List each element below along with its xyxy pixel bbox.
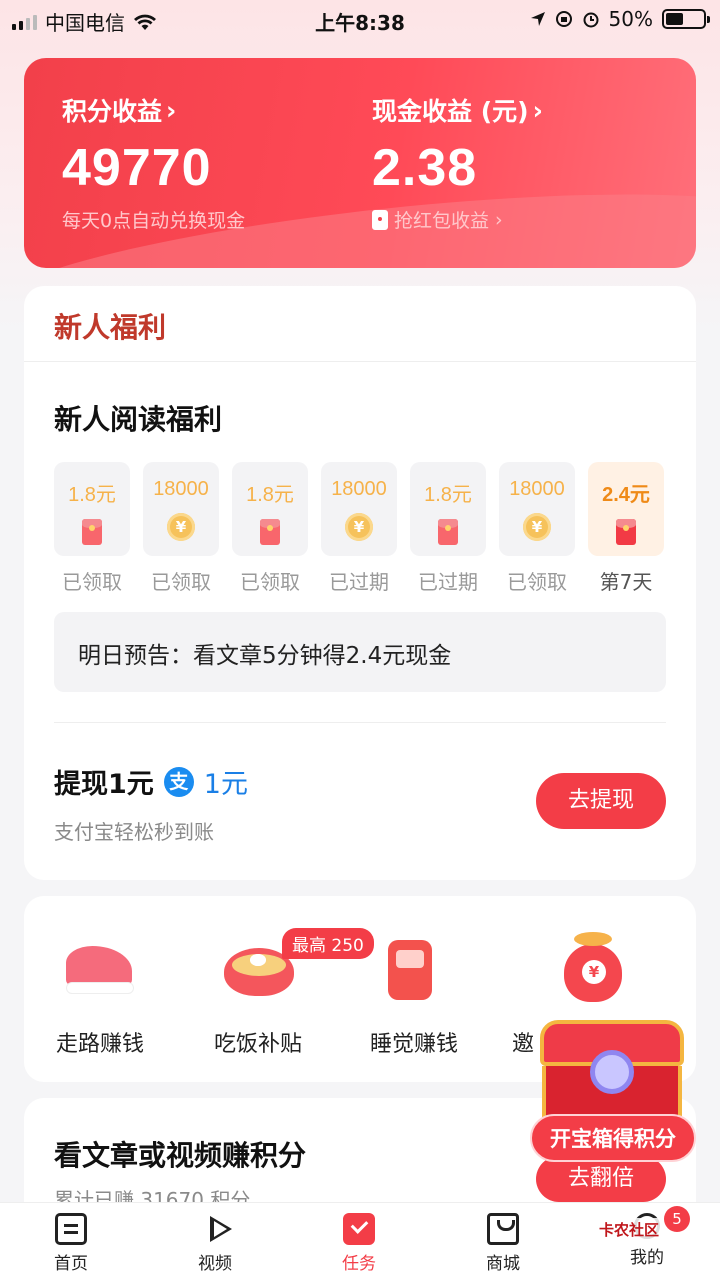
divider	[54, 722, 666, 723]
tab-tasks[interactable]: 任务	[314, 1213, 404, 1274]
battery-icon	[662, 9, 710, 29]
notification-badge: 5	[664, 1206, 690, 1232]
play-icon	[208, 1213, 234, 1245]
red-packet-icon	[438, 519, 458, 545]
open-chest-button[interactable]: 开宝箱得积分	[530, 1114, 696, 1162]
status-bar: 中国电信 上午8:38 50%	[0, 0, 720, 38]
home-icon	[55, 1213, 87, 1245]
cash-earnings[interactable]: 现金收益 (元) › 2.38 抢红包收益 ›	[372, 92, 543, 233]
grab-red-packet-link[interactable]: 抢红包收益 ›	[372, 206, 543, 233]
red-packet-icon	[372, 209, 388, 230]
red-packet-icon	[260, 519, 280, 545]
rotation-lock-icon	[555, 11, 572, 27]
points-note: 每天0点自动兑换现金	[62, 210, 246, 232]
red-packet-icon	[616, 519, 636, 545]
double-button[interactable]: 去翻倍	[536, 1156, 666, 1202]
withdraw-note: 支付宝轻松秒到账	[54, 820, 214, 844]
coin-icon: ¥	[345, 513, 373, 541]
battery-percent: 50%	[608, 7, 653, 31]
points-title: 积分收益	[62, 97, 163, 126]
tab-bar: 首页 视频 任务 商城 我的	[0, 1202, 720, 1280]
chevron-right-icon: ›	[166, 95, 177, 125]
day-reward[interactable]: 1.8元 已领取	[232, 462, 308, 595]
day-reward[interactable]: 18000 ¥ 已过期	[321, 462, 397, 595]
withdraw-button[interactable]: 去提现	[536, 773, 666, 829]
cash-note: 抢红包收益	[394, 210, 490, 232]
withdraw-title: 提现1元 支 1元	[54, 762, 248, 801]
watermark-logo: 卡农社区	[596, 1218, 663, 1241]
tab-shop[interactable]: 商城	[458, 1213, 548, 1274]
points-value: 49770	[62, 139, 212, 197]
day-reward[interactable]: 18000 ¥ 已领取	[143, 462, 219, 595]
tab-home[interactable]: 首页	[26, 1213, 116, 1274]
sneaker-icon	[66, 946, 134, 994]
tab-video[interactable]: 视频	[170, 1213, 260, 1274]
earn-points-title: 看文章或视频赚积分	[54, 1139, 307, 1172]
alarm-clock-icon	[388, 940, 432, 1000]
day-reward[interactable]: 18000 ¥ 已领取	[499, 462, 575, 595]
location-icon	[530, 12, 545, 26]
newcomer-card: 新人福利 新人阅读福利 1.8元 已领取 18000 ¥ 已领取 1.8元 已领取 18…	[24, 286, 696, 880]
points-earnings[interactable]: 积分收益 › 49770 每天0点自动兑换现金	[62, 92, 245, 233]
earnings-card: 积分收益 › 49770 每天0点自动兑换现金 现金收益 (元) › 2.38 抢红…	[24, 58, 696, 268]
chevron-right-icon: ›	[532, 95, 543, 125]
coin-icon: ¥	[523, 513, 551, 541]
reading-bonus-title: 新人阅读福利	[54, 403, 223, 436]
money-bag-icon	[564, 932, 622, 1002]
alipay-icon: 支	[163, 766, 194, 797]
day-reward[interactable]: 1.8元 已过期	[410, 462, 486, 595]
task-check-icon	[343, 1213, 375, 1245]
feature-sleep[interactable]: 睡觉赚钱	[354, 926, 474, 1058]
cash-value: 2.38	[372, 139, 478, 197]
cash-title: 现金收益 (元)	[372, 97, 529, 126]
red-packet-icon	[82, 519, 102, 545]
daily-rewards: 1.8元 已领取 18000 ¥ 已领取 1.8元 已领取 18000 ¥ 已过期 1.8元…	[54, 462, 664, 595]
tomorrow-preview: 明日预告：看文章5分钟得2.4元现金	[54, 612, 666, 692]
coin-icon: ¥	[167, 513, 195, 541]
day-reward[interactable]: 1.8元 已领取	[54, 462, 130, 595]
feature-walk[interactable]: 走路赚钱	[40, 926, 160, 1058]
chevron-right-icon: ›	[495, 208, 503, 231]
newcomer-header: 新人福利	[24, 286, 696, 362]
alarm-icon	[583, 12, 599, 28]
shop-bag-icon	[487, 1213, 519, 1245]
withdraw-amount: 1元	[203, 769, 248, 800]
day-reward-today[interactable]: 2.4元 第7天	[588, 462, 664, 595]
